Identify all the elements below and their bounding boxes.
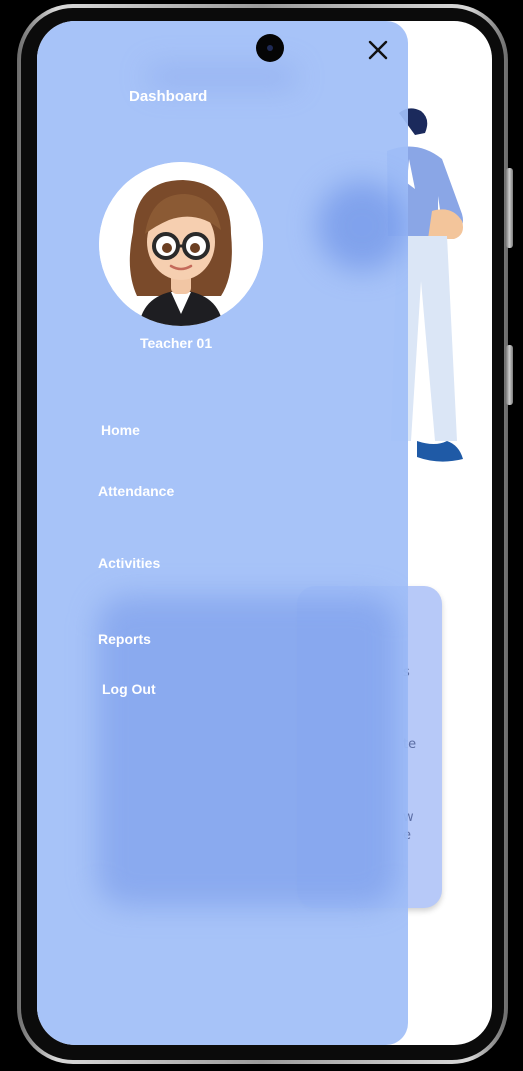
- power-button: [506, 345, 513, 405]
- user-avatar[interactable]: [99, 162, 263, 326]
- volume-button: [506, 168, 513, 248]
- blurred-background: [147, 66, 297, 88]
- menu-item-home[interactable]: Home: [101, 422, 140, 438]
- menu-item-logout[interactable]: Log Out: [102, 681, 156, 697]
- close-icon: [368, 40, 388, 60]
- blurred-background: [317, 181, 407, 271]
- front-camera: [256, 34, 284, 62]
- user-name: Teacher 01: [140, 335, 213, 351]
- close-button[interactable]: [367, 39, 389, 61]
- navigation-drawer: Dashboard Teacher 01 Home Attendance Act…: [37, 21, 408, 1045]
- avatar-image: [99, 162, 263, 326]
- screen: s te w e Dashboard: [37, 21, 492, 1045]
- menu-item-activities[interactable]: Activities: [98, 555, 160, 571]
- drawer-title: Dashboard: [129, 88, 208, 105]
- menu-item-attendance[interactable]: Attendance: [98, 483, 174, 499]
- menu-item-reports[interactable]: Reports: [98, 631, 151, 647]
